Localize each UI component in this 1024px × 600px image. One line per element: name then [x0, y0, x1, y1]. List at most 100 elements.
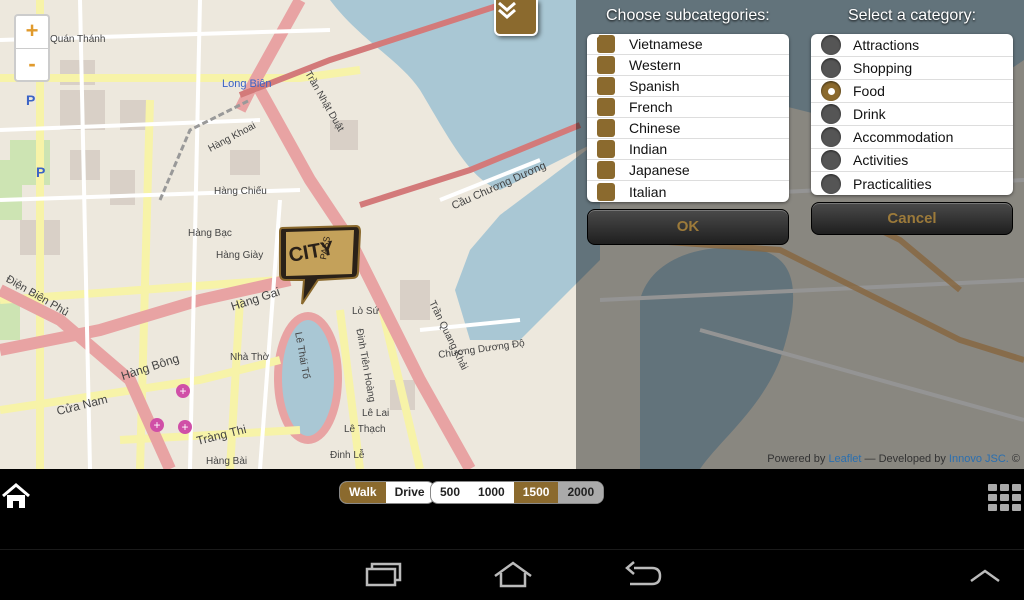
category-item[interactable]: Shopping: [811, 57, 1013, 80]
map-label: Lê Thạch: [344, 424, 386, 435]
parking-icon[interactable]: P: [26, 92, 35, 108]
map-attribution: Powered by Leaflet — Developed by Innovo…: [767, 453, 1020, 465]
parking-icon[interactable]: P: [36, 164, 45, 180]
home-outline-icon: [494, 561, 532, 588]
category-item[interactable]: Drink: [811, 103, 1013, 126]
travel-mode-toggle: Walk Drive: [339, 481, 435, 504]
zoom-out-button[interactable]: -: [16, 48, 48, 80]
map-label: Hàng Bạc: [188, 228, 232, 239]
expand-button[interactable]: [968, 568, 1002, 589]
grid-icon: [988, 484, 1021, 511]
subcategory-label: Spanish: [629, 78, 680, 94]
category-title: Select a category:: [848, 7, 977, 24]
subcategory-label: Vietnamese: [629, 36, 703, 52]
distance-option[interactable]: 1000: [469, 482, 514, 503]
map-label: Lê Lai: [362, 408, 390, 419]
checkbox-checked-icon[interactable]: [587, 34, 615, 95]
map-view[interactable]: Quán Thánh Long Biên Hàng Khoai Hàng Chi…: [0, 0, 1024, 469]
back-button[interactable]: [624, 560, 662, 595]
map-label: Hàng Bài: [206, 456, 248, 467]
radio-icon[interactable]: [821, 104, 841, 124]
checkbox-checked-icon[interactable]: [587, 34, 615, 201]
distance-option[interactable]: 2000: [558, 482, 604, 503]
category-item[interactable]: Practicalities: [811, 172, 1013, 195]
subcategory-label: Japanese: [629, 162, 690, 178]
map-label: Hàng Giày: [216, 250, 264, 261]
attribution-prefix: Powered by: [767, 453, 829, 465]
category-label: Food: [853, 83, 885, 99]
distance-option-selected[interactable]: 1500: [513, 482, 559, 503]
attribution-suffix: ©: [1008, 453, 1020, 465]
hospital-icon[interactable]: +: [178, 420, 192, 434]
home-button[interactable]: [0, 482, 32, 515]
hospital-icon[interactable]: +: [150, 418, 164, 432]
checkbox-checked-icon[interactable]: [587, 34, 615, 158]
map-label: Hàng Chiếu: [214, 186, 267, 197]
radio-icon[interactable]: [821, 58, 841, 78]
subcategory-label: Western: [629, 57, 681, 73]
chevron-up-icon: [970, 569, 1000, 583]
distance-option[interactable]: 500: [431, 482, 469, 503]
subcategory-label: Italian: [629, 183, 667, 200]
category-list: Attractions Shopping Food Drink Accommod…: [811, 34, 1013, 195]
checkbox-checked-icon[interactable]: [587, 34, 615, 116]
subcategory-label: French: [629, 99, 673, 115]
map-label: Long Biên: [222, 78, 272, 90]
subcategory-item[interactable]: Indian: [587, 34, 789, 160]
company-link[interactable]: Innovo JSC.: [949, 453, 1009, 465]
app-screen: Quán Thánh Long Biên Hàng Khoai Hàng Chi…: [0, 0, 1024, 600]
subcategory-item[interactable]: Western: [587, 34, 789, 76]
category-label: Attractions: [853, 37, 920, 53]
subcategory-item[interactable]: Spanish: [587, 34, 789, 97]
category-item[interactable]: Activities: [811, 149, 1013, 172]
category-label: Accommodation: [853, 129, 954, 145]
recent-apps-icon: [365, 562, 402, 587]
double-chevron-down-icon: [498, 1, 516, 19]
map-label: Đinh Lễ: [330, 450, 365, 461]
subcategory-list: Vietnamese Western Spanish French Chines…: [587, 34, 789, 202]
collapse-panel-button[interactable]: [494, 0, 538, 36]
home-icon: [2, 483, 30, 508]
subcategory-label: Indian: [629, 141, 668, 157]
category-item[interactable]: Accommodation: [811, 126, 1013, 149]
walk-mode-button[interactable]: Walk: [340, 482, 386, 503]
zoom-in-button[interactable]: +: [16, 16, 48, 48]
map-label: Quán Thánh: [50, 34, 106, 45]
home-nav-button[interactable]: [492, 560, 534, 595]
map-label: Lò Sứ: [352, 306, 380, 317]
checkbox-checked-icon[interactable]: [587, 34, 615, 137]
category-label: Practicalities: [853, 175, 932, 192]
map-label: Nhà Thờ: [230, 352, 270, 363]
subcategory-label: Chinese: [629, 120, 681, 136]
back-icon: [625, 561, 662, 586]
subcategory-item[interactable]: Vietnamese: [587, 34, 789, 55]
category-item[interactable]: Attractions: [811, 34, 1013, 57]
subcategory-item[interactable]: Chinese: [587, 34, 789, 139]
subcategory-item[interactable]: Japanese: [587, 34, 789, 181]
category-label: Drink: [853, 106, 886, 122]
category-label: Activities: [853, 152, 909, 168]
drive-mode-button[interactable]: Drive: [386, 482, 434, 503]
radio-icon[interactable]: [821, 127, 841, 147]
subcategory-item[interactable]: Italian: [587, 34, 789, 202]
radio-icon[interactable]: [821, 150, 841, 170]
menu-grid-button[interactable]: [988, 484, 1022, 517]
radio-selected-icon[interactable]: [821, 81, 841, 101]
zoom-control: + -: [14, 14, 50, 82]
hospital-icon[interactable]: +: [176, 384, 190, 398]
radio-icon[interactable]: [821, 35, 841, 55]
subcategories-title: Choose subcategories:: [606, 7, 770, 24]
radio-icon[interactable]: [821, 173, 841, 194]
checkbox-checked-icon[interactable]: [587, 34, 615, 74]
attribution-middle: — Developed by: [861, 453, 949, 465]
leaflet-link[interactable]: Leaflet: [828, 453, 861, 465]
recent-apps-button[interactable]: [364, 560, 402, 595]
ok-button[interactable]: OK: [587, 209, 789, 245]
distance-selector: 500 1000 1500 2000: [430, 481, 605, 504]
subcategory-item[interactable]: French: [587, 34, 789, 118]
checkbox-checked-icon[interactable]: [587, 34, 615, 53]
category-label: Shopping: [853, 60, 913, 76]
cancel-button[interactable]: Cancel: [811, 202, 1013, 235]
category-item[interactable]: Food: [811, 80, 1013, 103]
checkbox-checked-icon[interactable]: [587, 34, 615, 179]
